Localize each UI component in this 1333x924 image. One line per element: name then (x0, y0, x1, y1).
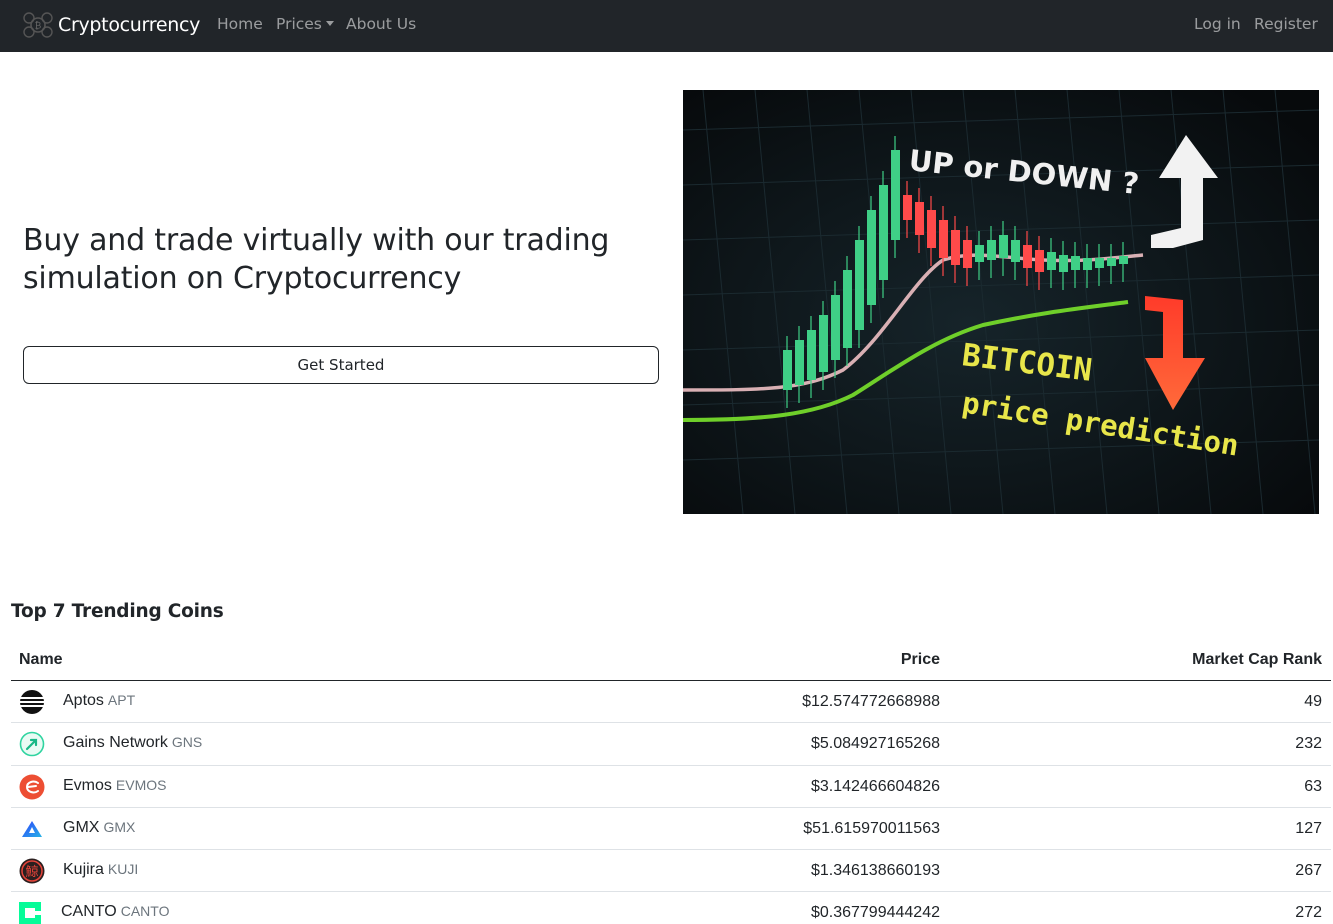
column-name: Name (19, 651, 63, 668)
coin-symbol: APT (107, 692, 136, 708)
gains-network-icon (19, 731, 45, 757)
coin-symbol: GNS (171, 734, 203, 751)
candle-body (807, 330, 816, 380)
nav-login[interactable]: Log in (1194, 15, 1241, 33)
candle-body (843, 270, 852, 348)
kujira-icon: 鯨 (19, 858, 45, 884)
coin-price: $0.367799444242 (810, 904, 940, 922)
coin-name-cell: Gains Network GNS (63, 734, 202, 752)
trending-title: Top 7 Trending Coins (11, 601, 224, 622)
coin-name: Gains Network (63, 734, 168, 752)
trending-table: Name Price Market Cap Rank Aptos APT $12.… (11, 638, 1331, 924)
coin-name-cell: Kujira KUJI (63, 861, 138, 879)
coin-symbol: EVMOS (115, 776, 167, 793)
table-row[interactable]: GMX GMX $51.615970011563 127 (11, 808, 1331, 851)
table-row[interactable]: CANTO CANTO $0.367799444242 272 (11, 892, 1331, 924)
candle-body (831, 295, 840, 360)
hero-image: UP or DOWN ? BITCOIN price prediction (683, 90, 1319, 514)
candle-body (915, 202, 924, 235)
coin-symbol: KUJI (107, 861, 139, 878)
crypto-logo-icon: ₿ (23, 12, 53, 38)
table-row[interactable]: Gains Network GNS $5.084927165268 232 (11, 723, 1331, 766)
nav-prices-dropdown[interactable]: Prices (276, 15, 334, 33)
hero-title: Buy and trade virtually with our trading… (23, 223, 610, 296)
candle-body (939, 220, 948, 258)
candle-body (975, 245, 984, 262)
brand-link[interactable]: ₿ Cryptocurrency (22, 8, 200, 42)
coin-name-cell: GMX GMX (63, 819, 135, 837)
get-started-button[interactable]: Get Started (23, 346, 659, 384)
coin-name: CANTO (61, 903, 117, 921)
candle-body (1071, 256, 1080, 270)
aptos-icon (20, 690, 44, 714)
candle-body (951, 230, 960, 265)
column-price: Price (900, 651, 940, 668)
candle-body (867, 210, 876, 305)
coin-name: Kujira (63, 861, 104, 879)
coin-price: $3.142466604826 (810, 777, 940, 795)
svg-text:鯨: 鯨 (25, 865, 38, 880)
coin-name-cell: Aptos APT (63, 692, 135, 710)
coin-rank: 272 (1295, 904, 1322, 922)
coin-price: $12.574772668988 (802, 693, 940, 710)
table-row[interactable]: Aptos APT $12.574772668988 49 (11, 681, 1331, 724)
gmx-icon (22, 820, 42, 837)
caret-down-icon (325, 21, 334, 26)
candle-body (963, 240, 972, 268)
candle-body (1107, 258, 1116, 266)
nav-home[interactable]: Home (217, 15, 263, 33)
candle-body (795, 340, 804, 385)
candle-body (1083, 258, 1092, 270)
candle-body (891, 150, 900, 240)
coin-symbol: CANTO (120, 903, 170, 920)
coin-name-cell: CANTO CANTO (61, 903, 169, 921)
navbar: ₿ Cryptocurrency Home Prices About Us Lo… (0, 0, 1333, 52)
coin-name: Evmos (63, 776, 112, 794)
evmos-icon (19, 774, 45, 800)
brand-name: Cryptocurrency (58, 14, 201, 36)
candle-body (819, 315, 828, 372)
coin-symbol: GMX (103, 818, 136, 835)
table-row[interactable]: 鯨 Kujira KUJI $1.346138660193 267 (11, 850, 1331, 893)
candle-body (783, 350, 792, 390)
candle-body (1035, 250, 1044, 272)
candle-body (879, 185, 888, 280)
candle-body (1095, 258, 1104, 268)
column-market-cap-rank: Market Cap Rank (1192, 651, 1322, 668)
coin-price: $1.346138660193 (810, 862, 940, 880)
coin-price: $51.615970011563 (803, 819, 940, 837)
coin-price: $5.084927165268 (810, 735, 940, 753)
candle-body (903, 195, 912, 220)
candle-body (987, 240, 996, 260)
nav-prices-label: Prices (276, 15, 322, 33)
table-header: Name Price Market Cap Rank (11, 638, 1331, 681)
candle-body (927, 210, 936, 248)
coin-rank: 127 (1295, 819, 1322, 837)
coin-rank: 232 (1295, 735, 1322, 753)
nav-about-us[interactable]: About Us (346, 15, 416, 33)
coin-rank: 49 (1304, 693, 1322, 710)
coin-name: GMX (63, 818, 100, 836)
candle-body (1047, 252, 1056, 270)
coin-rank: 63 (1304, 777, 1322, 795)
coin-name: Aptos (63, 692, 104, 709)
table-row[interactable]: Evmos EVMOS $3.142466604826 63 (11, 766, 1331, 808)
coin-name-cell: Evmos EVMOS (63, 777, 166, 795)
candle-body (999, 235, 1008, 258)
svg-text:₿: ₿ (35, 21, 42, 32)
candle-body (1011, 240, 1020, 262)
coin-rank: 267 (1295, 862, 1322, 880)
candle-body (855, 240, 864, 330)
nav-register[interactable]: Register (1254, 15, 1318, 33)
candle-body (1059, 255, 1068, 272)
candle-body (1023, 245, 1032, 268)
canto-icon (19, 902, 41, 924)
candle-body (1119, 256, 1128, 264)
